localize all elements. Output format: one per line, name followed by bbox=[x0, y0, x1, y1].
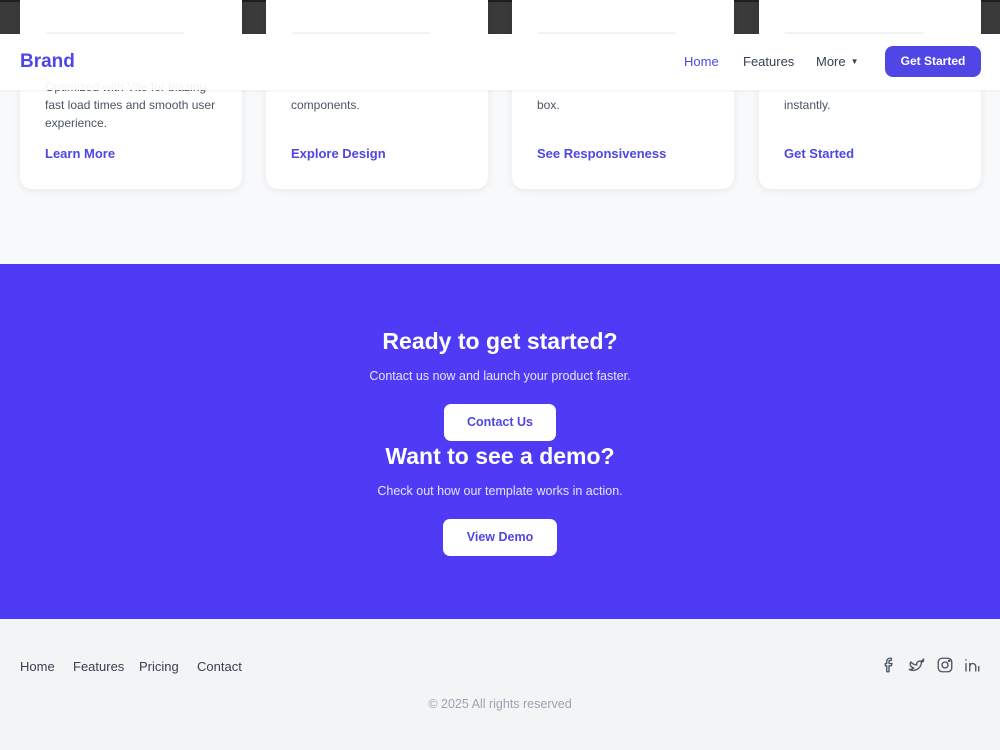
brand-logo[interactable]: Brand bbox=[20, 51, 75, 73]
feature-card: Optimized with Vite for blazing-fast loa… bbox=[20, 0, 242, 189]
feature-cards: Optimized with Vite for blazing-fast loa… bbox=[20, 0, 981, 189]
footer-link-home[interactable]: Home bbox=[20, 659, 55, 674]
view-demo-button[interactable]: View Demo bbox=[443, 519, 557, 556]
footer: Home Features Pricing Contact © 2025 All… bbox=[0, 619, 1000, 750]
nav-more-dropdown[interactable]: More ▼ bbox=[816, 54, 859, 69]
facebook-icon[interactable] bbox=[880, 656, 898, 674]
cta-text: Contact us now and launch your product f… bbox=[369, 369, 631, 383]
cta-section: Ready to get started? Contact us now and… bbox=[0, 264, 1000, 619]
cta-title: Ready to get started? bbox=[382, 328, 618, 354]
see-responsiveness-link[interactable]: See Responsiveness bbox=[537, 146, 666, 161]
card-description: box. bbox=[537, 98, 560, 112]
explore-design-link[interactable]: Explore Design bbox=[291, 146, 386, 161]
card-description: components. bbox=[291, 98, 360, 112]
footer-link-features[interactable]: Features bbox=[73, 659, 124, 674]
card-description: instantly. bbox=[784, 98, 831, 112]
nav-more-label: More bbox=[816, 54, 846, 69]
footer-link-pricing[interactable]: Pricing bbox=[139, 659, 179, 674]
caret-down-icon: ▼ bbox=[850, 57, 859, 66]
feature-card: instantly. Get Started bbox=[759, 0, 981, 189]
navbar: Brand Home Features More ▼ Get Started bbox=[0, 34, 1000, 90]
twitter-icon[interactable] bbox=[907, 656, 925, 674]
get-started-button[interactable]: Get Started bbox=[885, 46, 981, 77]
nav-home[interactable]: Home bbox=[684, 54, 719, 69]
feature-card: box. See Responsiveness bbox=[512, 0, 734, 189]
get-started-link[interactable]: Get Started bbox=[784, 146, 854, 161]
footer-link-contact[interactable]: Contact bbox=[197, 659, 242, 674]
contact-us-button[interactable]: Contact Us bbox=[444, 404, 556, 441]
learn-more-link[interactable]: Learn More bbox=[45, 146, 115, 161]
nav-features[interactable]: Features bbox=[743, 54, 794, 69]
copyright-text: © 2025 All rights reserved bbox=[428, 697, 572, 711]
linkedin-icon[interactable] bbox=[963, 656, 981, 674]
demo-text: Check out how our template works in acti… bbox=[377, 484, 623, 498]
instagram-icon[interactable] bbox=[936, 656, 954, 674]
demo-title: Want to see a demo? bbox=[385, 443, 615, 469]
feature-card: components. Explore Design bbox=[266, 0, 488, 189]
